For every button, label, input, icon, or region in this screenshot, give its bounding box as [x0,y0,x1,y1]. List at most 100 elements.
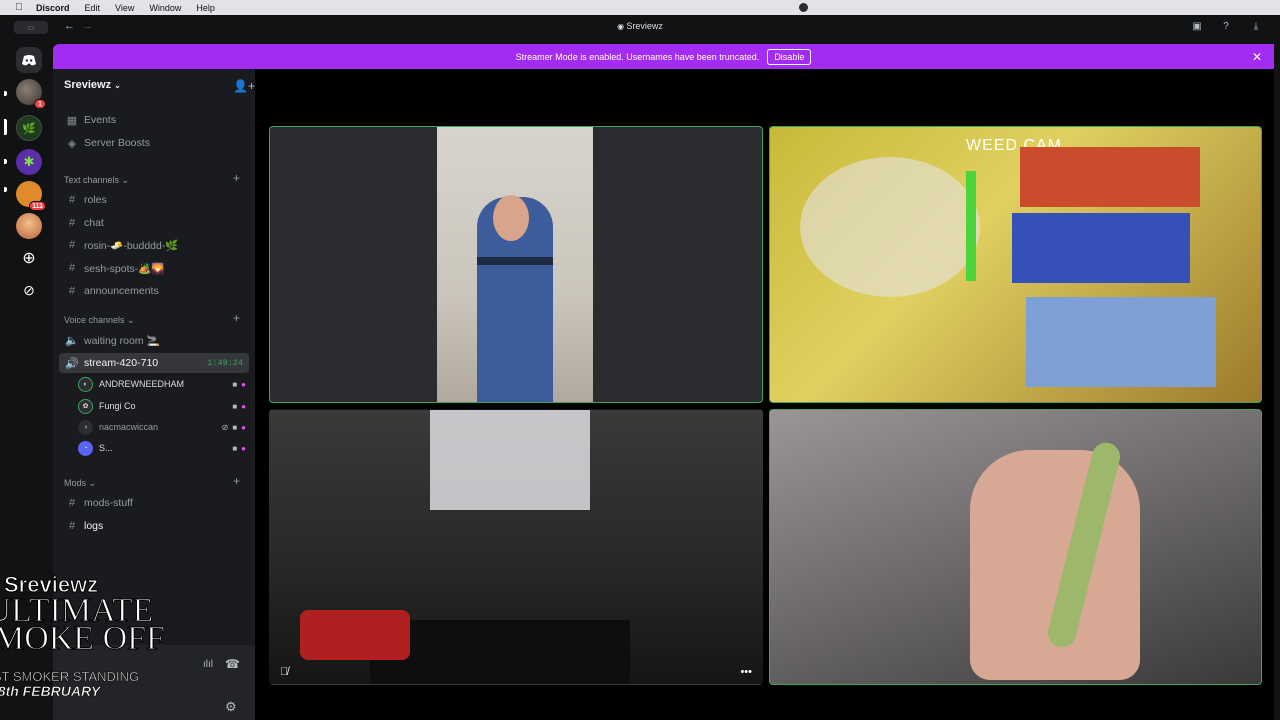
help-icon[interactable]: ? [1220,21,1232,33]
channel-sidebar: Sreviewz ⌄ 👤+ ▦ Events ◈ Server Boosts Tex… [53,69,255,720]
disconnect-icon[interactable]: ☎ [225,657,240,671]
sidebar-item-server-boosts[interactable]: ◈ Server Boosts [59,133,249,153]
username: Fungi Co [99,401,136,411]
mention-badge-111: 111 [29,201,46,211]
red-object [300,610,410,660]
menu-view[interactable]: View [115,3,134,13]
video-tile-4[interactable] [769,409,1262,685]
menu-edit[interactable]: Edit [85,3,101,13]
camera-icon: ■ [232,379,238,389]
speaker-icon: 🔊 [65,357,79,370]
channel-roles[interactable]: # roles [59,190,249,210]
server-rail: 1 🌿 ✱ 111 ⊕ ⊘ [0,39,56,720]
server-icon-leaf[interactable]: ✱ [16,149,42,175]
call-timer: 1:49:24 [207,358,243,368]
create-mods-channel-icon[interactable]: + [233,474,240,488]
voice-channel-waiting-room[interactable]: 🔈 waiting room 🚬 [59,330,249,350]
avatar: ◔ [78,440,93,456]
camera-icon: ■ [232,422,238,432]
webcam-feed [437,127,593,402]
calendar-icon: ▦ [66,114,78,127]
events-label: Events [84,114,117,126]
discord-window: ▭ ← → ◉ Sreviewz ▣ ? ⤓ 1 🌿 ✱ 111 ⊕ ⊘ Str… [0,15,1280,720]
more-options-icon[interactable]: ••• [740,666,752,678]
mention-badge: 1 [34,99,46,109]
camera-icon: ■ [232,401,238,411]
title-bar: ▭ ← → ◉ Sreviewz ▣ ? ⤓ [0,15,1280,39]
video-tile-weed-cam[interactable]: WEED CAM [769,126,1262,403]
channel-sesh-spots[interactable]: # sesh-spots-🏕️🌄 [59,258,249,278]
camera-indicator-icon [799,3,808,12]
phatty-box [1026,297,1216,387]
disable-streamer-mode-button[interactable]: Disable [767,48,812,65]
elements-box [1012,213,1190,283]
server-icon-avatar[interactable] [16,213,42,239]
channel-chat[interactable]: # chat [59,213,249,233]
download-icon[interactable]: ⤓ [1250,21,1262,33]
chevron-down-icon: ⌄ [114,81,121,90]
unread-pill-2 [4,159,7,164]
inbox-icon[interactable]: ▣ [1191,21,1203,33]
category-voice-channels[interactable]: Voice channels ⌄ [64,315,135,326]
invite-people-icon[interactable]: 👤+ [233,79,255,93]
discover-compass-icon[interactable]: ⊘ [16,277,42,303]
boost-icon: ◈ [67,137,77,150]
server-icon-orange[interactable]: 111 [16,181,46,211]
apple-menu-icon[interactable]:  [14,2,24,13]
channel-label: sesh-spots-🏕️🌄 [84,262,165,275]
unread-pill [4,91,7,96]
voice-channel-stream[interactable]: 🔊 stream-420-710 1:49:24 [59,353,249,373]
username: S... [99,443,113,453]
close-banner-icon[interactable]: ✕ [1252,50,1262,64]
live-stream-icon: ● [241,443,246,453]
voice-user-fungi-co[interactable]: ✿ Fungi Co ■ ● [78,396,246,416]
avatar: ◑ [78,419,93,435]
channel-mods-stuff[interactable]: # mods-stuff [59,493,249,513]
voice-user-andrewneedham[interactable]: ◐ ANDREWNEEDHAM ■ ● [78,374,246,394]
sidebar-item-events[interactable]: ▦ Events [59,110,249,130]
hashtag-icon: # [68,285,76,297]
macos-menubar:  Discord Edit View Window Help [0,0,1280,15]
window-title: ◉ Sreviewz [617,21,663,31]
add-server-icon[interactable]: ⊕ [16,245,42,271]
server-icon-sreviewz[interactable]: 🌿 [16,115,42,141]
papers-box [1020,147,1200,207]
app-frame: Streamer Mode is enabled. Usernames have… [53,44,1274,720]
hashtag-icon: # [68,217,76,229]
category-mods[interactable]: Mods ⌄ [64,478,96,489]
hashtag-icon: # [68,262,76,274]
channel-rosin[interactable]: # rosin-🧈-budddd-🌿 [59,235,249,255]
video-tile-1[interactable] [269,126,763,403]
hashtag-icon: # [68,520,76,532]
channel-logs[interactable]: # logs [59,516,249,536]
menu-help[interactable]: Help [196,3,215,13]
camera-icon: ■ [232,443,238,453]
channel-label: waiting room 🚬 [84,334,160,347]
channel-announcements[interactable]: # announcements [59,281,249,301]
user-panel: ılıl ☎ ⚙ [53,645,255,720]
discord-home-icon[interactable] [16,47,42,73]
username: ANDREWNEEDHAM [99,379,185,389]
voice-user-nacmacwiccan[interactable]: ◑ nacmacwiccan ⊘ ■ ● [78,417,246,437]
hashtag-icon: # [68,239,76,251]
banner-text: Streamer Mode is enabled. Usernames have… [515,51,760,62]
create-text-channel-icon[interactable]: + [233,171,240,185]
server-name-header[interactable]: Sreviewz ⌄ [64,79,121,91]
hashtag-icon: # [68,194,76,206]
soundboard-icon[interactable]: ılıl [203,659,213,670]
lighter-shape [966,171,976,281]
server-small-icon: ◉ [617,22,627,31]
menu-app-name[interactable]: Discord [36,3,70,13]
server-icon-1[interactable]: 1 [16,79,46,109]
channel-label: stream-420-710 [84,357,159,369]
selected-pill [4,119,7,135]
jar-shape [800,157,980,297]
menu-window[interactable]: Window [149,3,181,13]
unread-pill-3 [4,187,7,192]
channel-label: roles [84,194,107,206]
voice-user-s[interactable]: ◔ S... ■ ● [78,438,246,458]
video-tile-3[interactable]: 🎙̸ ••• [269,409,763,685]
settings-gear-icon[interactable]: ⚙ [225,699,237,715]
category-text-channels[interactable]: Text channels ⌄ [64,175,129,186]
create-voice-channel-icon[interactable]: + [233,311,240,325]
